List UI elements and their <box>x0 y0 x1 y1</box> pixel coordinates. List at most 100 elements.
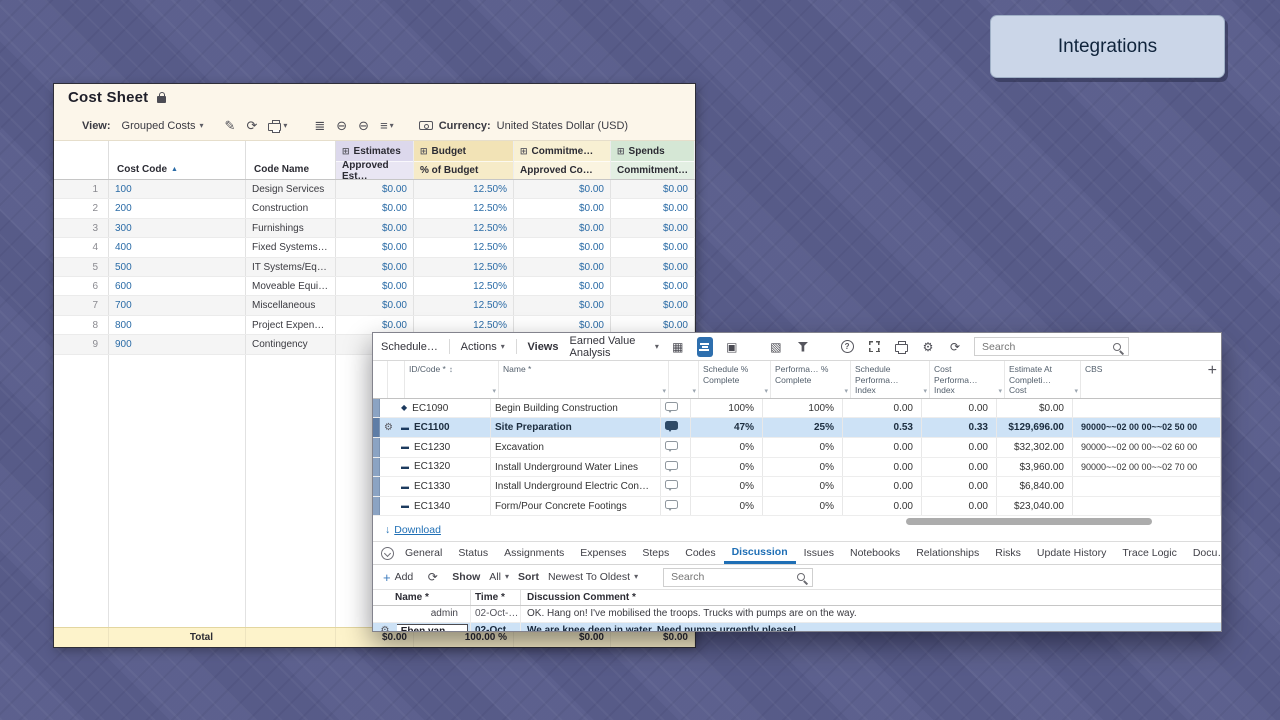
print-button[interactable] <box>893 337 909 357</box>
horizontal-scrollbar[interactable] <box>906 518 1152 525</box>
id-code-column-header[interactable]: ID/Code *↕ <box>405 361 499 398</box>
tab-notebooks[interactable]: Notebooks <box>842 542 908 564</box>
cost-sheet-row[interactable]: 6 600 Moveable Equipment $0.00 12.50% $0… <box>54 277 695 296</box>
cost-code-cell[interactable]: 600 <box>109 277 246 295</box>
pct-of-budget-cell[interactable]: 12.50% <box>414 277 514 295</box>
pct-of-budget-cell[interactable]: 12.50% <box>414 238 514 256</box>
approved-co-cell[interactable]: $0.00 <box>514 219 611 237</box>
schedule-pct-cell[interactable]: 0% <box>691 458 763 477</box>
grid-view-button[interactable]: ▦ <box>670 337 686 357</box>
approved-co-cell[interactable]: $0.00 <box>514 238 611 256</box>
discussion-search-box[interactable] <box>663 568 813 587</box>
edit-button[interactable]: ✎ <box>225 118 236 134</box>
commitments-group-header[interactable]: ⊞ Commitme… <box>514 141 610 161</box>
tab-update-history[interactable]: Update History <box>1029 542 1114 564</box>
tab-expenses[interactable]: Expenses <box>572 542 634 564</box>
activity-row[interactable]: ▬EC1320 Install Underground Water Lines … <box>373 458 1221 478</box>
activity-row[interactable]: ▬EC1330 Install Underground Electric Con… <box>373 477 1221 497</box>
performance-pct-cell[interactable]: 25% <box>763 418 843 437</box>
network-view-button[interactable]: ▣ <box>724 337 740 357</box>
discussion-cell[interactable] <box>661 477 691 496</box>
download-link[interactable]: ↓ Download <box>385 524 441 536</box>
cpi-cell[interactable]: 0.00 <box>922 458 997 477</box>
commitment-cell[interactable]: $0.00 <box>611 180 695 198</box>
approved-co-cell[interactable]: $0.00 <box>514 277 611 295</box>
schedule-pct-cell[interactable]: 0% <box>691 438 763 457</box>
eac-cell[interactable]: $129,696.00 <box>997 418 1073 437</box>
view-dropdown[interactable]: Grouped Costs ▾ <box>122 120 204 132</box>
activity-row[interactable]: ◆EC1090 Begin Building Construction 100%… <box>373 399 1221 419</box>
eac-cell[interactable]: $32,302.00 <box>997 438 1073 457</box>
expand-rows-button[interactable]: ≣ <box>314 118 325 134</box>
cpi-column-header[interactable]: Cost Performa… Index <box>930 361 1005 398</box>
activity-name[interactable]: Excavation <box>491 438 661 457</box>
refresh-button[interactable]: ⟳ <box>246 118 257 134</box>
tab-relationships[interactable]: Relationships <box>908 542 987 564</box>
spi-cell[interactable]: 0.00 <box>843 458 922 477</box>
cost-sheet-row[interactable]: 7 700 Miscellaneous $0.00 12.50% $0.00 $… <box>54 296 695 315</box>
discussion-column-header[interactable] <box>669 361 699 398</box>
time-column-header[interactable]: Time * <box>471 590 521 605</box>
tab-codes[interactable]: Codes <box>677 542 723 564</box>
spi-cell[interactable]: 0.00 <box>843 399 922 418</box>
add-comment-button[interactable]: + Add <box>383 571 413 584</box>
performance-pct-cell[interactable]: 0% <box>763 497 843 516</box>
eac-column-header[interactable]: Estimate At Completi… Cost <box>1005 361 1081 398</box>
discussion-cell[interactable] <box>661 438 691 457</box>
commitment-header[interactable]: Commitment… <box>611 161 694 179</box>
discussion-cell[interactable] <box>661 458 691 477</box>
pct-of-budget-cell[interactable]: 12.50% <box>414 180 514 198</box>
activity-id[interactable]: EC1090 <box>412 399 448 418</box>
gantt-view-button[interactable] <box>697 337 713 357</box>
refresh-button[interactable]: ⟳ <box>947 337 963 357</box>
eac-cell[interactable]: $3,960.00 <box>997 458 1073 477</box>
performance-pct-cell[interactable]: 0% <box>763 477 843 496</box>
cpi-cell[interactable]: 0.00 <box>922 477 997 496</box>
cbs-cell[interactable] <box>1073 477 1221 496</box>
tab-steps[interactable]: Steps <box>634 542 677 564</box>
eac-cell[interactable]: $0.00 <box>997 399 1073 418</box>
approved-estimate-cell[interactable]: $0.00 <box>336 238 414 256</box>
cost-sheet-row[interactable]: 2 200 Construction $0.00 12.50% $0.00 $0… <box>54 199 695 218</box>
eac-cell[interactable]: $23,040.00 <box>997 497 1073 516</box>
cpi-cell[interactable]: 0.00 <box>922 497 997 516</box>
activity-id[interactable]: EC1320 <box>414 458 450 477</box>
pct-of-budget-cell[interactable]: 12.50% <box>414 199 514 217</box>
print-button[interactable]: ▾ <box>268 120 287 131</box>
search-box[interactable] <box>974 337 1129 356</box>
commitment-cell[interactable]: $0.00 <box>611 277 695 295</box>
budget-group-header[interactable]: ⊞ Budget <box>414 141 513 161</box>
cpi-cell[interactable]: 0.00 <box>922 399 997 418</box>
performance-pct-cell[interactable]: 100% <box>763 399 843 418</box>
cost-sheet-row[interactable]: 5 500 IT Systems/Equipment $0.00 12.50% … <box>54 258 695 277</box>
spends-group-header[interactable]: ⊞ Spends <box>611 141 694 161</box>
actions-menu[interactable]: Actions ▾ <box>461 341 505 353</box>
view-selector[interactable]: Earned Value Analysis ▾ <box>570 335 659 359</box>
tab-risks[interactable]: Risks <box>987 542 1029 564</box>
pct-of-budget-cell[interactable]: 12.50% <box>414 258 514 276</box>
spi-cell[interactable]: 0.00 <box>843 438 922 457</box>
approved-estimate-cell[interactable]: $0.00 <box>336 277 414 295</box>
cost-code-cell[interactable]: 900 <box>109 335 246 353</box>
approved-co-cell[interactable]: $0.00 <box>514 258 611 276</box>
activity-row[interactable]: ▬EC1230 Excavation 0% 0% 0.00 0.00 $32,3… <box>373 438 1221 458</box>
commitment-cell[interactable]: $0.00 <box>611 238 695 256</box>
menu-button[interactable]: ≡▾ <box>380 118 394 133</box>
tab-status[interactable]: Status <box>450 542 496 564</box>
spi-cell[interactable]: 0.00 <box>843 497 922 516</box>
search-input[interactable] <box>982 341 1107 353</box>
tab-discussion[interactable]: Discussion <box>724 542 796 564</box>
cost-code-cell[interactable]: 400 <box>109 238 246 256</box>
approved-estimate-cell[interactable]: $0.00 <box>336 296 414 314</box>
cost-sheet-row[interactable]: 1 100 Design Services $0.00 12.50% $0.00… <box>54 180 695 199</box>
activity-name[interactable]: Install Underground Water Lines <box>491 458 661 477</box>
refresh-button[interactable]: ⟳ <box>422 567 443 587</box>
approved-co-cell[interactable]: $0.00 <box>514 180 611 198</box>
eac-cell[interactable]: $6,840.00 <box>997 477 1073 496</box>
schedule-pct-cell[interactable]: 0% <box>691 497 763 516</box>
name-column-header[interactable]: Name * <box>499 361 669 398</box>
cost-code-cell[interactable]: 200 <box>109 199 246 217</box>
discussion-cell[interactable] <box>661 418 691 437</box>
approved-estimate-cell[interactable]: $0.00 <box>336 199 414 217</box>
discussion-cell[interactable] <box>661 399 691 418</box>
